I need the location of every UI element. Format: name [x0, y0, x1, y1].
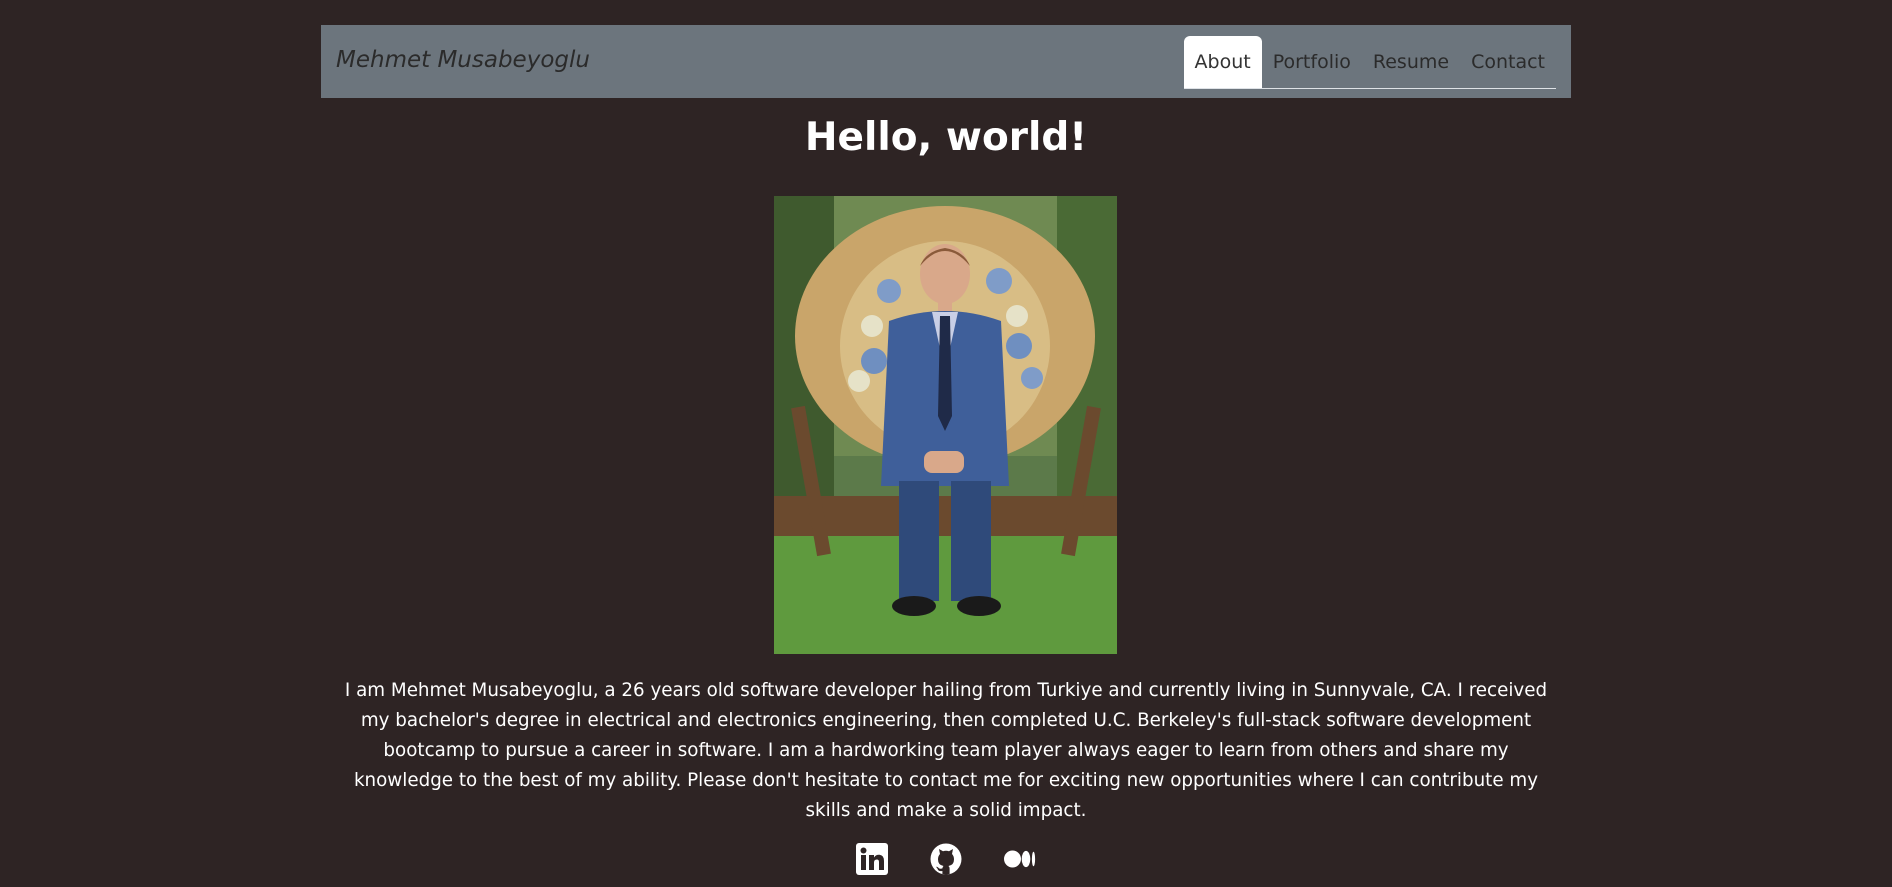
- nav-contact-tab[interactable]: Contact: [1460, 36, 1556, 88]
- linkedin-link[interactable]: [856, 843, 888, 875]
- nav-portfolio-tab[interactable]: Portfolio: [1262, 36, 1362, 88]
- medium-link[interactable]: [1004, 843, 1036, 875]
- bio-paragraph: I am Mehmet Musabeyoglu, a 26 years old …: [344, 680, 1548, 821]
- navbar: Mehmet Musabeyoglu About Portfolio Resum…: [321, 25, 1571, 98]
- nav-tabs: About Portfolio Resume Contact: [1183, 36, 1556, 89]
- profile-photo: [774, 196, 1117, 654]
- brand-name[interactable]: Mehmet Musabeyoglu: [336, 47, 590, 73]
- social-links: [0, 843, 1892, 875]
- page-title: Hello, world!: [804, 115, 1088, 160]
- medium-icon: [1004, 850, 1036, 868]
- linkedin-icon: [856, 843, 888, 875]
- github-link[interactable]: [930, 843, 962, 875]
- nav-about-tab[interactable]: About: [1183, 36, 1262, 88]
- nav-resume-tab[interactable]: Resume: [1362, 36, 1460, 88]
- github-icon: [930, 843, 962, 875]
